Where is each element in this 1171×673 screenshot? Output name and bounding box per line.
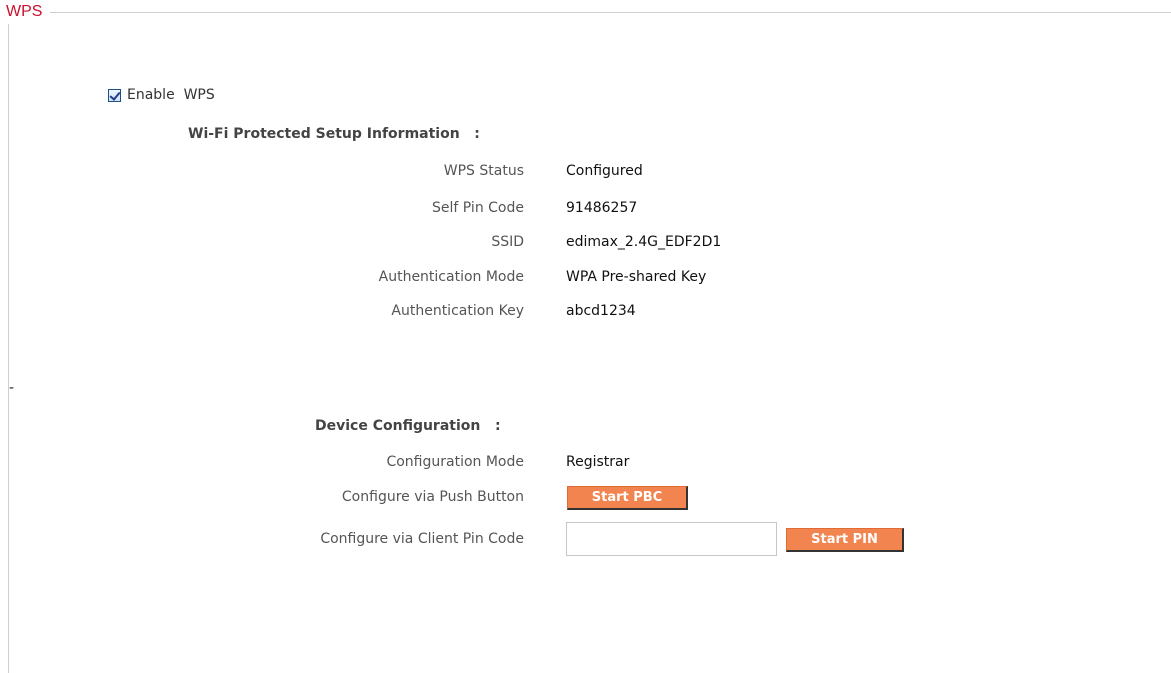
- wps-fieldset: [8, 12, 1171, 673]
- client-pin-label: Configure via Client Pin Code: [320, 531, 524, 547]
- config-mode-value: Registrar: [566, 454, 630, 470]
- auth-key-value: abcd1234: [566, 303, 636, 319]
- ssid-value: edimax_2.4G_EDF2D1: [566, 234, 722, 250]
- enable-wps-row[interactable]: Enable WPS: [108, 85, 215, 105]
- self-pin-code-value: 91486257: [566, 200, 638, 216]
- self-pin-code-label: Self Pin Code: [432, 200, 524, 216]
- config-mode-label: Configuration Mode: [386, 454, 524, 470]
- enable-wps-label: Enable WPS: [127, 87, 215, 103]
- separator-dash: -: [9, 380, 15, 396]
- wps-status-label: WPS Status: [443, 163, 524, 179]
- start-pbc-button[interactable]: Start PBC: [567, 486, 688, 510]
- auth-mode-value: WPA Pre-shared Key: [566, 269, 707, 285]
- enable-wps-checkbox[interactable]: [108, 88, 121, 102]
- wps-status-value: Configured: [566, 163, 643, 179]
- start-pin-button[interactable]: Start PIN: [786, 528, 904, 552]
- auth-mode-label: Authentication Mode: [378, 269, 524, 285]
- push-button-label: Configure via Push Button: [341, 489, 524, 505]
- device-config-title: Device Configuration :: [315, 418, 501, 434]
- ssid-label: SSID: [491, 234, 524, 250]
- wps-legend: WPS: [0, 0, 51, 24]
- client-pin-input[interactable]: [566, 522, 777, 556]
- auth-key-label: Authentication Key: [391, 303, 524, 319]
- wps-info-title: Wi-Fi Protected Setup Information :: [188, 126, 480, 142]
